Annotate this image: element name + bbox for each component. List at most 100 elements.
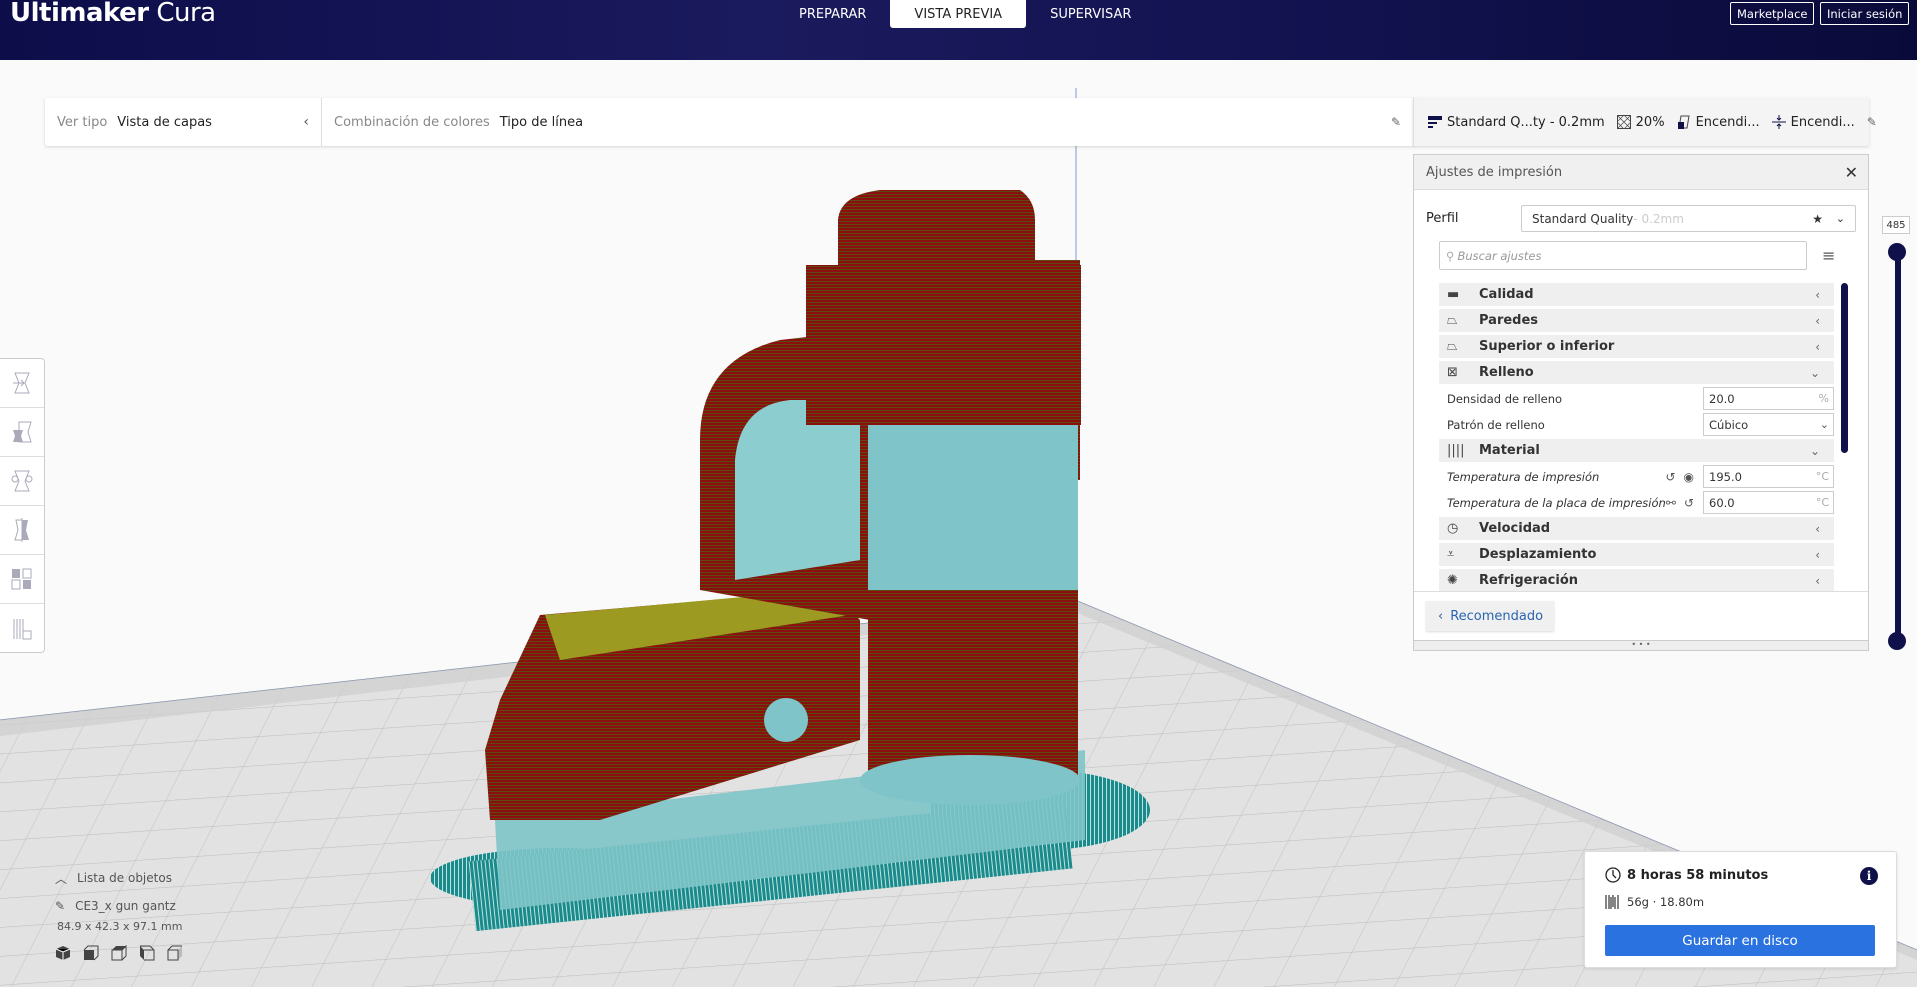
setting-infill-pattern: Patrón de relleno Cúbico ⌄: [1439, 413, 1834, 436]
profile-label: Perfil: [1426, 211, 1459, 226]
panel-footer: ‹ Recomendado: [1414, 591, 1868, 639]
info-icon[interactable]: i: [1860, 867, 1878, 885]
chevron-left-icon: ‹: [1815, 287, 1820, 302]
category-superior-inferior[interactable]: ⏢ Superior o inferior ‹: [1439, 335, 1834, 358]
infill-pattern-select[interactable]: Cúbico ⌄: [1703, 413, 1834, 436]
top-view-icon[interactable]: [111, 945, 127, 961]
settings-list: ▬ Calidad ‹ ⏢ Paredes ‹ ⏢ Superior o inferior…: [1439, 283, 1834, 591]
marketplace-button[interactable]: Marketplace: [1730, 2, 1815, 25]
pencil-icon: ✎: [1390, 115, 1401, 129]
print-temperature-input[interactable]: 195.0 °C: [1703, 465, 1834, 488]
front-view-icon[interactable]: [83, 945, 99, 961]
view-bar: Ver tipo Vista de capas ‹ Combinación de…: [45, 98, 1415, 146]
per-model-settings-icon[interactable]: [0, 555, 44, 604]
print-settings-panel: Ajustes de impresión ✕ Perfil Standard Q…: [1413, 154, 1869, 651]
profile-dropdown[interactable]: Standard Quality - 0.2mm ★ ⌄: [1521, 205, 1856, 232]
infill-summary: 20%: [1616, 115, 1665, 130]
star-icon[interactable]: ★: [1812, 212, 1823, 226]
panel-header: Ajustes de impresión ✕: [1414, 155, 1868, 190]
material-usage: 56g · 18.80m: [1605, 895, 1704, 909]
infill-icon: [1616, 115, 1631, 129]
print-settings-summary[interactable]: Standard Q...ty - 0.2mm 20% Encendi... E…: [1413, 98, 1877, 146]
left-view-icon[interactable]: [139, 945, 155, 961]
object-name-row[interactable]: ✎ CE3_x gun gantz: [55, 896, 183, 916]
chevron-left-icon: ‹: [1815, 547, 1820, 562]
layer-slider-upper-handle[interactable]: [1888, 243, 1906, 261]
3d-viewport[interactable]: Ver tipo Vista de capas ‹ Combinación de…: [0, 60, 1917, 987]
layer-number[interactable]: 485: [1882, 216, 1910, 234]
category-desplazamiento[interactable]: ⩡ Desplazamiento ‹: [1439, 543, 1834, 566]
chevron-down-icon: ⌄: [1835, 212, 1845, 225]
login-button[interactable]: Iniciar sesión: [1820, 2, 1910, 25]
color-scheme-value: Tipo de línea: [499, 114, 584, 130]
quality-icon: ▬: [1447, 287, 1460, 302]
category-calidad[interactable]: ▬ Calidad ‹: [1439, 283, 1834, 306]
settings-scrollbar[interactable]: [1841, 283, 1848, 453]
tab-preparar[interactable]: PREPARAR: [775, 0, 890, 28]
adhesion-summary: Encendi...: [1771, 115, 1855, 130]
mirror-tool-icon[interactable]: [0, 506, 44, 555]
support-summary: Encendi...: [1677, 115, 1760, 130]
print-information-card: 8 horas 58 minutos i 56g · 18.80m Guarda…: [1584, 851, 1897, 968]
reset-icon[interactable]: ↺: [1684, 496, 1694, 510]
chevron-down-icon: ⌄: [1809, 443, 1820, 458]
bed-temperature-input[interactable]: 60.0 °C: [1703, 491, 1834, 514]
scale-tool-icon[interactable]: [0, 408, 44, 457]
layer-slider-track[interactable]: [1895, 250, 1901, 640]
top-bottom-icon: ⏢: [1447, 339, 1458, 354]
recommended-button[interactable]: ‹ Recomendado: [1426, 601, 1554, 631]
chevron-up-icon: ︿: [55, 871, 68, 886]
close-icon[interactable]: ✕: [1845, 163, 1858, 182]
support-blocker-icon[interactable]: [0, 604, 44, 653]
category-paredes[interactable]: ⏢ Paredes ‹: [1439, 309, 1834, 332]
category-relleno[interactable]: ⊠ Relleno ⌄: [1439, 361, 1834, 384]
right-view-icon[interactable]: [167, 945, 183, 961]
view-type-selector[interactable]: Ver tipo Vista de capas ‹: [45, 98, 321, 146]
object-list: ︿ Lista de objetos ✎ CE3_x gun gantz 84.9 …: [55, 868, 183, 961]
menu-icon[interactable]: ≡: [1822, 246, 1835, 265]
move-tool-icon[interactable]: [0, 359, 44, 408]
save-to-disk-button[interactable]: Guardar en disco: [1605, 925, 1875, 956]
info-icon[interactable]: ◉: [1684, 470, 1694, 484]
walls-icon: ⏢: [1447, 313, 1458, 328]
app-logo: Ultimaker Cura: [10, 0, 216, 28]
view-type-value: Vista de capas: [117, 114, 212, 130]
panel-title: Ajustes de impresión: [1426, 164, 1563, 180]
reset-icon[interactable]: ↺: [1665, 470, 1675, 484]
color-scheme-label: Combinación de colores: [334, 114, 490, 130]
panel-resize-handle[interactable]: • • •: [1414, 640, 1868, 650]
color-scheme-selector[interactable]: Combinación de colores Tipo de línea ✎: [322, 98, 1415, 146]
adhesion-icon: [1771, 115, 1786, 129]
model-top: [838, 190, 1035, 330]
layer-slider[interactable]: 485: [1882, 216, 1910, 660]
object-list-toggle[interactable]: ︿ Lista de objetos: [55, 868, 183, 888]
layer-slider-lower-handle[interactable]: [1888, 632, 1906, 650]
chevron-left-icon: ‹: [1815, 313, 1820, 328]
search-row: ⚲ Buscar ajustes ≡: [1439, 241, 1844, 270]
setting-bed-temperature: Temperatura de la placa de impresión ⚯ ↺ …: [1439, 491, 1834, 514]
material-icon: [1605, 895, 1619, 909]
print-time: 8 horas 58 minutos: [1605, 867, 1768, 883]
category-material[interactable]: |||| Material ⌄: [1439, 439, 1834, 462]
settings-search-input[interactable]: ⚲ Buscar ajustes: [1439, 241, 1807, 270]
view-type-label: Ver tipo: [57, 114, 108, 130]
category-refrigeracion[interactable]: ✺ Refrigeración ‹: [1439, 569, 1834, 591]
category-velocidad[interactable]: ◷ Velocidad ‹: [1439, 517, 1834, 540]
app-header: Ultimaker Cura PREPARAR VISTA PREVIA SUP…: [0, 0, 1917, 60]
chevron-left-icon: ‹: [1815, 521, 1820, 536]
fan-icon: ✺: [1447, 573, 1458, 588]
pencil-icon: ✎: [55, 899, 66, 913]
material-icon: ||||: [1447, 443, 1465, 458]
setting-print-temperature: Temperatura de impresión ↺ ◉ 195.0 °C: [1439, 465, 1834, 488]
setting-infill-density: Densidad de relleno 20.0%: [1439, 387, 1834, 410]
stage-tabs: PREPARAR VISTA PREVIA SUPERVISAR: [775, 0, 1155, 28]
link-icon[interactable]: ⚯: [1666, 496, 1676, 510]
tab-supervisar[interactable]: SUPERVISAR: [1026, 0, 1155, 28]
rotate-tool-icon[interactable]: [0, 457, 44, 506]
chevron-left-icon: ‹: [1815, 339, 1820, 354]
camera-view-buttons: [55, 945, 183, 961]
3d-view-icon[interactable]: [55, 945, 71, 961]
pencil-icon[interactable]: ✎: [1867, 115, 1877, 129]
infill-density-input[interactable]: 20.0%: [1703, 387, 1834, 410]
tab-vista-previa[interactable]: VISTA PREVIA: [890, 0, 1027, 28]
